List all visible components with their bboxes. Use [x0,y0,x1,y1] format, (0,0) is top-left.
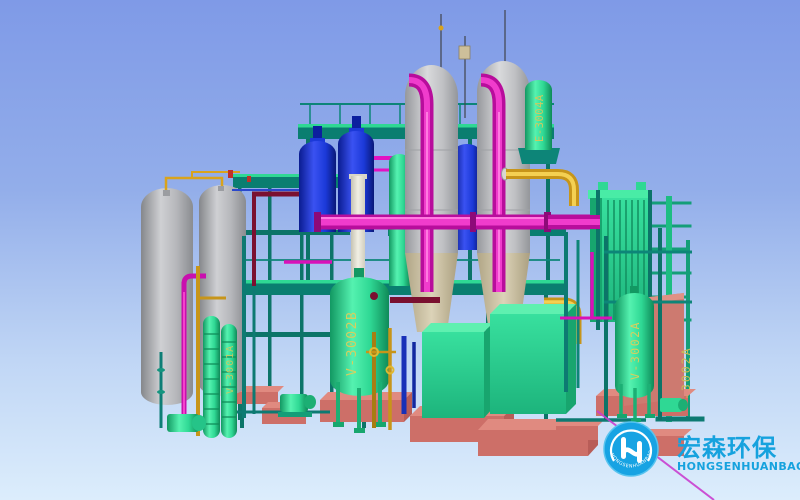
center-vessel-v3002b: V-3002B [330,268,389,433]
tag-e3004a: E-3004A [534,94,546,142]
tag-v3001a: V-3001A [225,345,236,394]
plant-3d-render: E-3004A [0,0,800,500]
tag-3002a-bg: -3002A [679,346,693,400]
logo-name-en: HONGSENHUANBAO [677,460,800,473]
logo-name-cn: 宏森环保 [677,434,777,462]
tag-v3002b: V-3002B [345,311,360,376]
tag-v3002a: V-3002A [628,321,642,380]
plant-scene: E-3004A [0,0,800,500]
